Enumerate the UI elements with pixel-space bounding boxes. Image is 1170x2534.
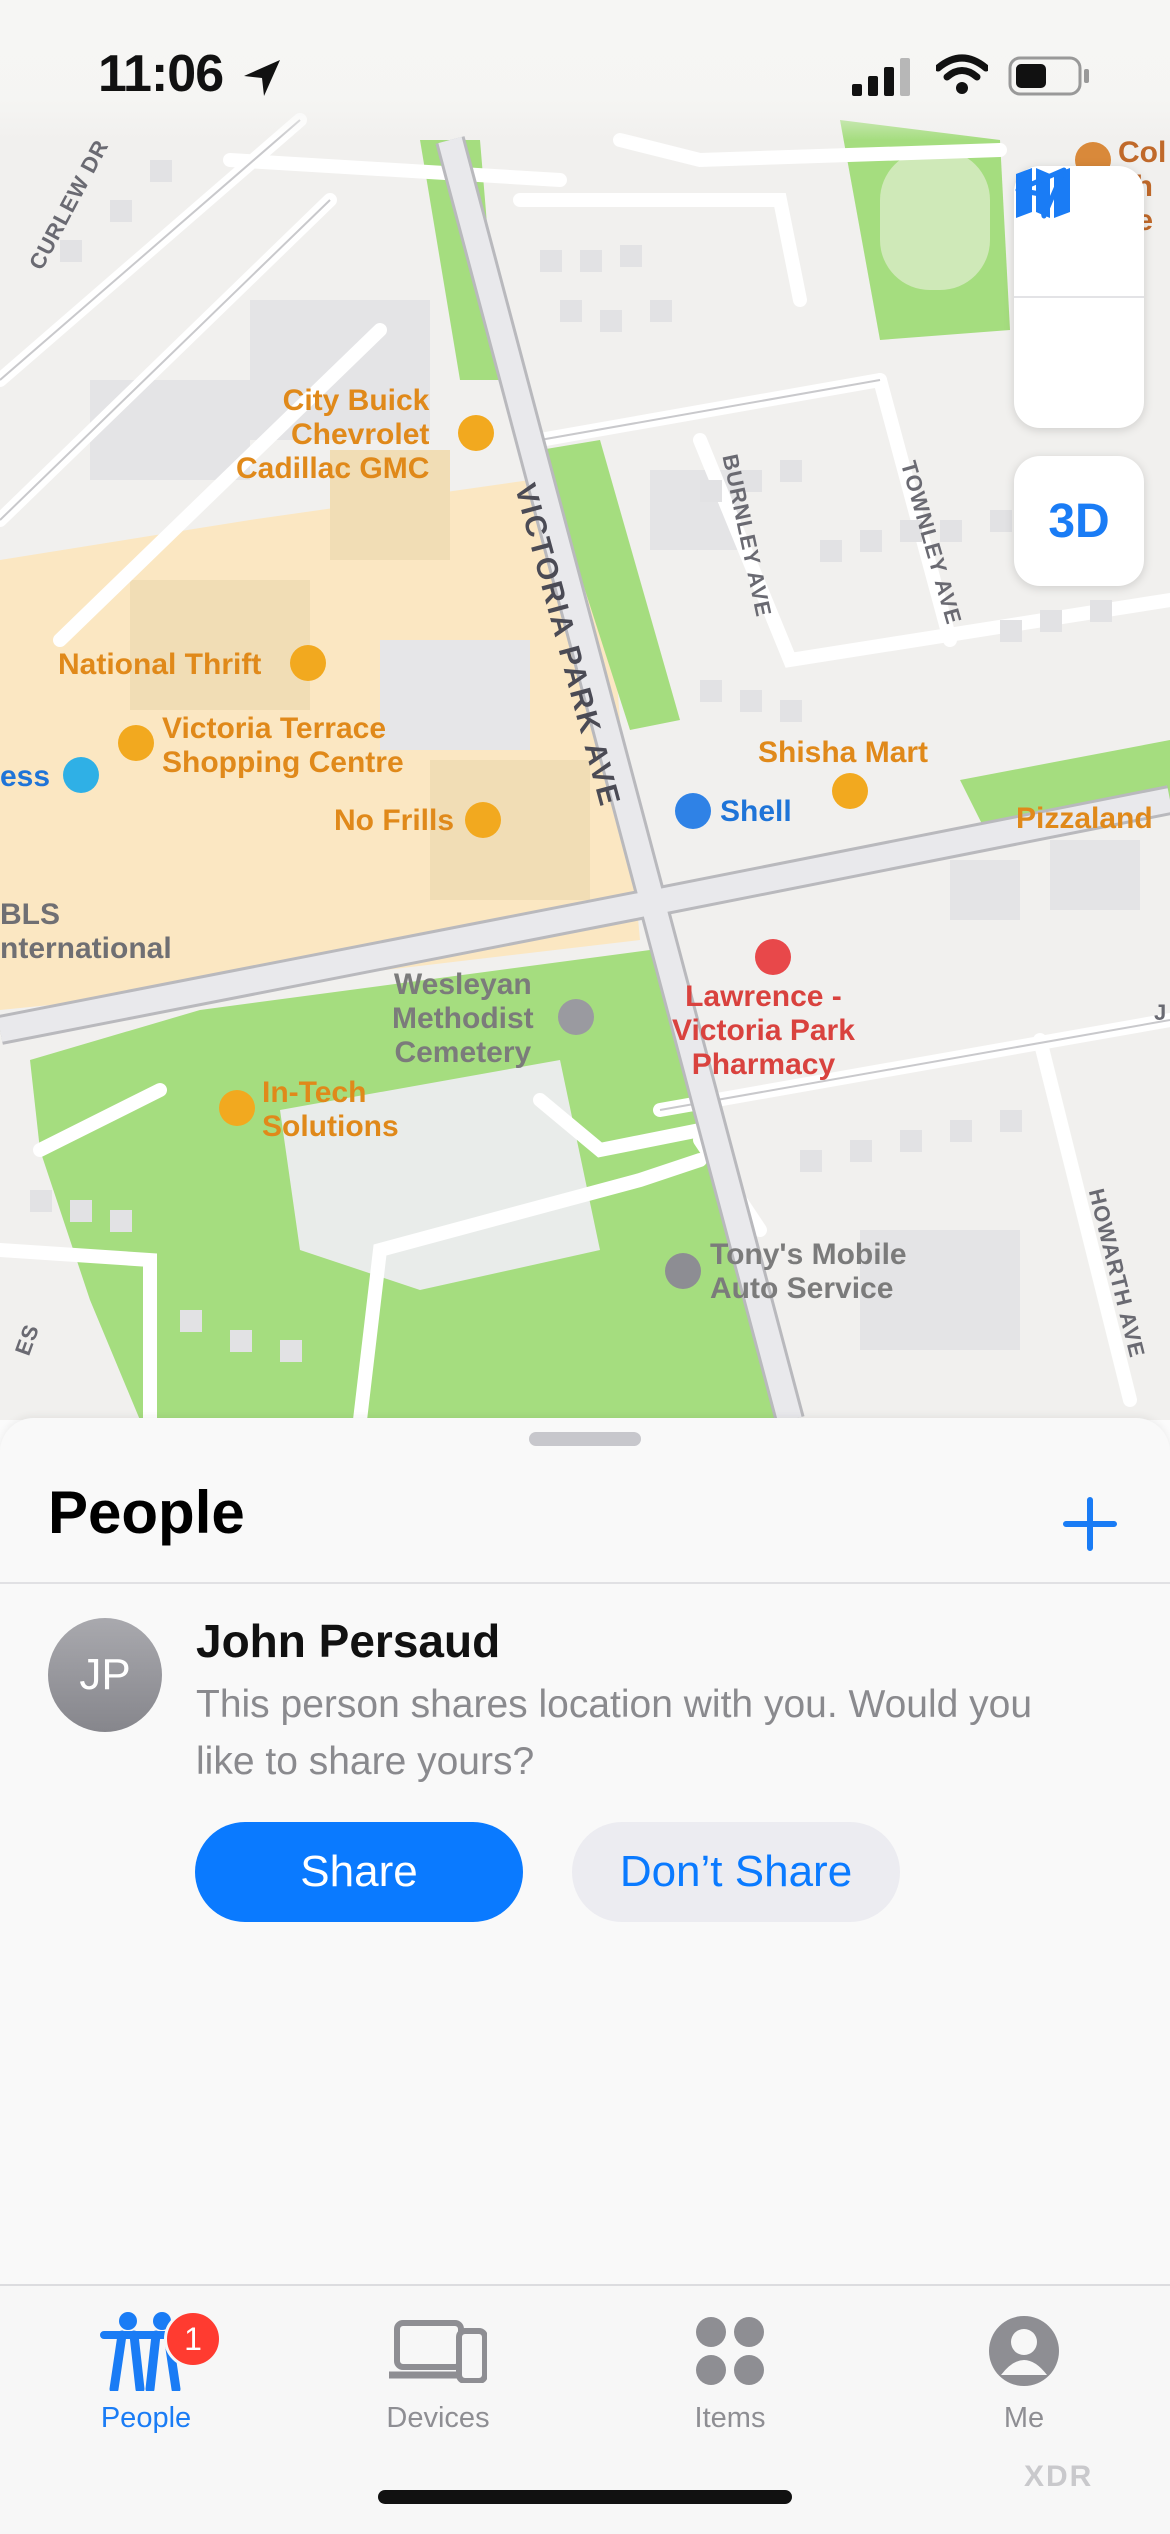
plus-icon	[1063, 1497, 1117, 1551]
share-button[interactable]: Share	[195, 1822, 523, 1922]
me-icon	[988, 2306, 1060, 2396]
avatar: JP	[48, 1618, 162, 1732]
items-icon	[694, 2306, 766, 2396]
tab-devices-label: Devices	[386, 2402, 490, 2434]
share-request-message: This person shares location with you. Wo…	[196, 1683, 1033, 1783]
place-shisha-mart[interactable]: Shisha Mart	[758, 736, 928, 770]
place-ess-partial[interactable]: ess	[0, 760, 50, 794]
watermark: XDR	[1024, 2460, 1094, 2493]
tab-me[interactable]: Me	[924, 2306, 1124, 2456]
sheet-title: People	[48, 1479, 245, 1546]
place-tonys-auto[interactable]: Tony's Mobile Auto Service	[710, 1238, 907, 1306]
place-victoria-terrace[interactable]: Victoria Terrace Shopping Centre	[162, 712, 404, 780]
dont-share-button[interactable]: Don’t Share	[572, 1822, 900, 1922]
cellular-signal-icon	[852, 58, 910, 96]
street-label-partial-j: J	[1154, 1000, 1168, 1025]
tab-items-label: Items	[694, 2402, 766, 2434]
map-view[interactable]: 11:06 CURLEW DR VICTORIA PARK AVE BURNLE…	[0, 0, 1170, 1420]
3d-toggle-button[interactable]: 3D	[1014, 456, 1144, 586]
place-pizzaland[interactable]: Pizzaland	[1016, 802, 1153, 836]
location-arrow-outline-icon	[1015, 167, 1067, 219]
add-person-button[interactable]	[1040, 1474, 1140, 1574]
tab-devices[interactable]: Devices	[338, 2306, 538, 2456]
place-no-frills[interactable]: No Frills	[334, 804, 454, 838]
devices-icon	[389, 2306, 487, 2396]
status-time: 11:06	[98, 45, 224, 103]
place-lawrence-pharmacy[interactable]: Lawrence - Victoria Park Pharmacy	[672, 980, 855, 1082]
sheet-grabber[interactable]	[529, 1432, 641, 1446]
sheet-divider	[0, 1582, 1170, 1584]
place-city-buick[interactable]: City Buick Chevrolet Cadillac GMC	[236, 384, 429, 486]
tab-me-label: Me	[1003, 2402, 1045, 2434]
tab-items[interactable]: Items	[630, 2306, 830, 2456]
tab-people[interactable]: People 1	[46, 2306, 246, 2456]
notification-badge: 1	[164, 2310, 222, 2368]
place-national-thrift[interactable]: National Thrift	[58, 648, 261, 682]
home-indicator[interactable]	[378, 2490, 792, 2504]
tab-people-label: People	[100, 2402, 192, 2434]
wifi-icon	[936, 54, 988, 94]
place-bls-partial[interactable]: BLS nternational	[0, 898, 172, 966]
status-bar: 11:06	[0, 0, 1170, 140]
place-wesleyan-cemetery[interactable]: Wesleyan Methodist Cemetery	[392, 968, 534, 1070]
current-location-button[interactable]	[1014, 167, 1144, 428]
battery-icon	[1008, 56, 1089, 96]
map-controls-group	[1014, 166, 1144, 428]
place-in-tech[interactable]: In-Tech Solutions	[262, 1076, 399, 1144]
location-arrow-icon	[244, 60, 280, 96]
person-name: John Persaud	[196, 1615, 501, 1667]
map-3d-group: 3D	[1014, 456, 1144, 586]
place-shell[interactable]: Shell	[720, 795, 792, 829]
